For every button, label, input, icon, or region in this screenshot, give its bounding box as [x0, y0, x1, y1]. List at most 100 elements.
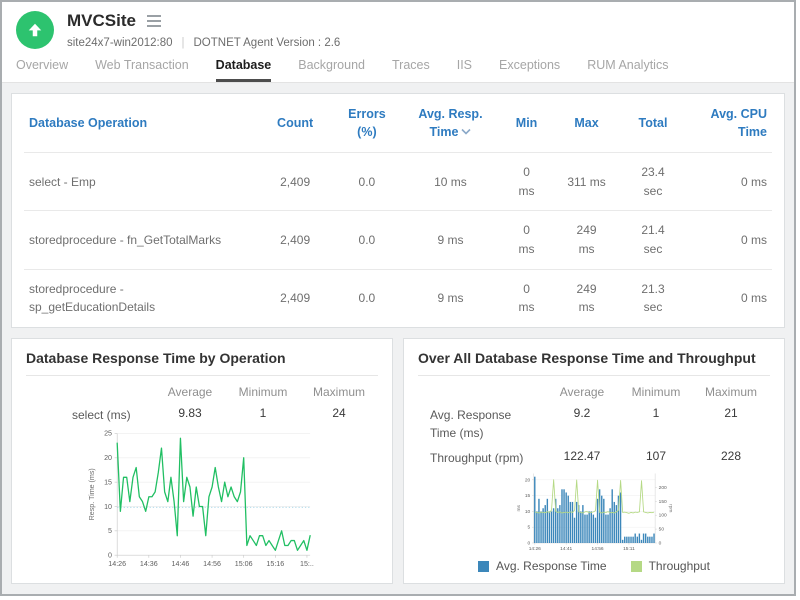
stats-header: Maximum — [692, 385, 770, 399]
legend-swatch — [631, 561, 642, 572]
table-cell: 23.4 sec — [620, 153, 686, 211]
right-panel-title: Over All Database Response Time and Thro… — [418, 350, 770, 376]
svg-text:15:..: 15:.. — [300, 560, 314, 568]
subtitle-separator: | — [182, 37, 185, 49]
legend-swatch — [478, 561, 489, 572]
svg-text:15: 15 — [525, 493, 531, 499]
table-cell: 0 ms — [686, 211, 772, 269]
column-header-min[interactable]: Min — [500, 94, 554, 153]
column-header-avg-resp-time[interactable]: Avg. Resp. Time — [401, 94, 500, 153]
stats-value: 9.2 — [544, 406, 620, 420]
response-time-line-chart[interactable]: 051015202514:2614:3614:4614:5615:0615:16… — [26, 427, 378, 577]
column-header-count[interactable]: Count — [258, 94, 333, 153]
svg-text:15:11: 15:11 — [623, 546, 635, 552]
database-operations-table-card: Database OperationCountErrors (%)Avg. Re… — [11, 93, 785, 328]
column-header-database-operation[interactable]: Database Operation — [24, 94, 258, 153]
column-header-max[interactable]: Max — [553, 94, 619, 153]
bar-line-chart-svg: 0510152005010015020014:2614:4114:5615:11… — [418, 470, 770, 556]
chart-panels: Database Response Time by Operation Aver… — [11, 338, 785, 584]
table-cell: storedprocedure - sp_getEducationDetails — [24, 269, 258, 327]
svg-text:0: 0 — [659, 540, 662, 546]
svg-text:14:56: 14:56 — [203, 560, 221, 568]
tab-web-transaction[interactable]: Web Transaction — [95, 58, 189, 82]
svg-text:15:16: 15:16 — [266, 560, 284, 568]
sort-desc-icon — [461, 128, 471, 135]
svg-text:10: 10 — [104, 503, 112, 511]
tab-database[interactable]: Database — [216, 58, 272, 82]
table-cell: 21.3 sec — [620, 269, 686, 327]
svg-text:100: 100 — [659, 513, 667, 519]
stats-value: 21 — [692, 406, 770, 420]
response-throughput-bar-chart[interactable]: 0510152005010015020014:2614:4114:5615:11… — [418, 470, 770, 556]
stats-row-label: Throughput (rpm) — [418, 449, 538, 467]
hamburger-menu-icon[interactable] — [147, 13, 161, 29]
stats-header: Maximum — [300, 385, 378, 399]
left-panel-title: Database Response Time by Operation — [26, 350, 378, 376]
table-cell: 10 ms — [401, 153, 500, 211]
table-header-row: Database OperationCountErrors (%)Avg. Re… — [24, 94, 772, 153]
svg-text:25: 25 — [104, 430, 112, 438]
table-cell: 0 ms — [686, 269, 772, 327]
svg-text:0: 0 — [108, 551, 112, 559]
table-cell: 0.0 — [333, 153, 402, 211]
table-row[interactable]: storedprocedure - sp_getEducationDetails… — [24, 269, 772, 327]
stats-value: 122.47 — [544, 449, 620, 463]
tab-iis[interactable]: IIS — [457, 58, 472, 82]
database-operations-table: Database OperationCountErrors (%)Avg. Re… — [24, 94, 772, 327]
table-cell: 0 ms — [686, 153, 772, 211]
svg-text:5: 5 — [108, 527, 112, 535]
column-header-total[interactable]: Total — [620, 94, 686, 153]
response-time-by-operation-panel: Database Response Time by Operation Aver… — [11, 338, 393, 584]
left-panel-stats: AverageMinimumMaximumselect (ms)9.83124 — [26, 385, 378, 424]
legend-item-avg-response-time[interactable]: Avg. Response Time — [478, 559, 607, 573]
tab-background[interactable]: Background — [298, 58, 365, 82]
legend-label: Throughput — [649, 559, 710, 573]
stats-row-label: Avg. Response Time (ms) — [418, 406, 538, 442]
column-header-avg-cpu-time[interactable]: Avg. CPU Time — [686, 94, 772, 153]
tab-bar: Overview Web Transaction Database Backgroun… — [2, 49, 794, 83]
tab-overview[interactable]: Overview — [16, 58, 68, 82]
svg-text:20: 20 — [525, 477, 531, 483]
svg-text:15:06: 15:06 — [235, 560, 253, 568]
up-arrow-icon — [25, 20, 45, 40]
table-cell: 249 ms — [553, 211, 619, 269]
column-header-errors-[interactable]: Errors (%) — [333, 94, 402, 153]
svg-text:50: 50 — [659, 526, 665, 532]
stats-value: 228 — [692, 449, 770, 463]
content-area: Database OperationCountErrors (%)Avg. Re… — [2, 83, 794, 594]
svg-text:10: 10 — [525, 509, 531, 515]
stats-value: 107 — [620, 449, 692, 463]
tab-exceptions[interactable]: Exceptions — [499, 58, 560, 82]
legend-item-throughput[interactable]: Throughput — [631, 559, 710, 573]
svg-text:14:26: 14:26 — [108, 560, 126, 568]
svg-text:rpm: rpm — [668, 504, 674, 512]
table-cell: 21.4 sec — [620, 211, 686, 269]
tab-traces[interactable]: Traces — [392, 58, 430, 82]
stats-header: Average — [544, 385, 620, 399]
table-row[interactable]: storedprocedure - fn_GetTotalMarks2,409 0… — [24, 211, 772, 269]
overall-response-throughput-panel: Over All Database Response Time and Thro… — [403, 338, 785, 584]
svg-text:14:56: 14:56 — [592, 546, 604, 552]
svg-text:150: 150 — [659, 499, 667, 505]
table-cell: storedprocedure - fn_GetTotalMarks — [24, 211, 258, 269]
monitor-status-up-icon[interactable] — [16, 11, 54, 49]
table-cell: 2,409 — [258, 153, 333, 211]
stats-value: 1 — [226, 406, 300, 420]
app-header: MVCSite site24x7-win2012:80|DOTNET Agent… — [2, 2, 794, 49]
tab-rum-analytics[interactable]: RUM Analytics — [587, 58, 668, 82]
line-chart-svg: 051015202514:2614:3614:4614:5615:0615:16… — [26, 427, 378, 577]
agent-version-label: DOTNET Agent Version : 2.6 — [194, 37, 341, 49]
table-cell: 2,409 — [258, 211, 333, 269]
table-row[interactable]: select - Emp2,4090.010 ms0 ms311 ms23.4 … — [24, 153, 772, 211]
svg-text:14:36: 14:36 — [140, 560, 158, 568]
svg-text:14:26: 14:26 — [529, 546, 541, 552]
svg-text:14:46: 14:46 — [172, 560, 190, 568]
stats-value: 24 — [300, 406, 378, 420]
header-text: MVCSite site24x7-win2012:80|DOTNET Agent… — [67, 11, 340, 49]
stats-value: 1 — [620, 406, 692, 420]
table-cell: 9 ms — [401, 211, 500, 269]
svg-text:0: 0 — [528, 540, 531, 546]
table-cell: 2,409 — [258, 269, 333, 327]
table-cell: 0 ms — [500, 211, 554, 269]
stats-row-label: select (ms) — [26, 406, 154, 424]
